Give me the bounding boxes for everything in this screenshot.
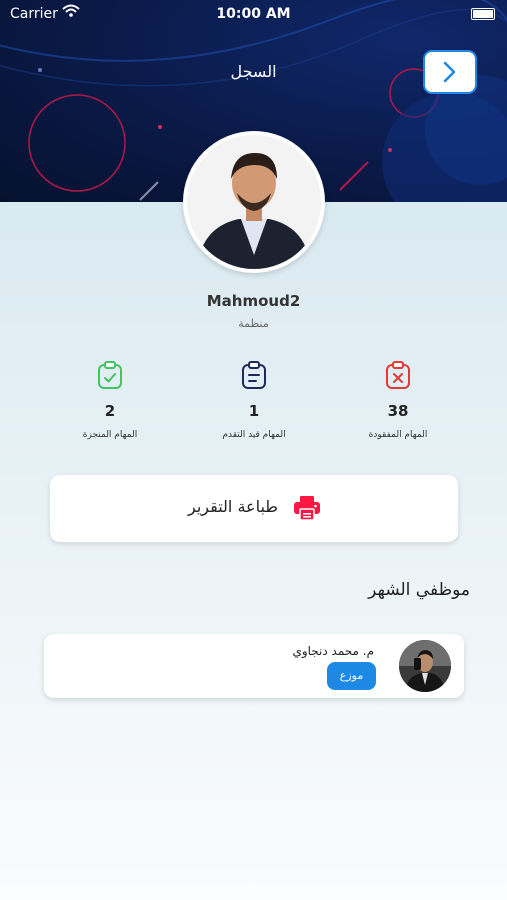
- stat-missed-tasks[interactable]: 38 المهام المفقودة: [343, 360, 453, 440]
- chevron-right-icon: [443, 61, 456, 83]
- profile-avatar: [187, 135, 321, 269]
- employees-of-month-title: موظفي الشهر: [368, 580, 470, 600]
- battery-icon: [471, 8, 495, 20]
- stat-completed-tasks[interactable]: 2 المهام المنجزة: [55, 360, 165, 440]
- back-button[interactable]: [423, 50, 477, 94]
- employee-photo: [399, 640, 451, 692]
- stat-in-progress-tasks[interactable]: 1 المهام قيد التقدم: [199, 360, 309, 440]
- clipboard-check-icon: [98, 361, 122, 389]
- profile-avatar-frame: [183, 131, 325, 273]
- stat-in-progress-value: 1: [248, 402, 260, 420]
- employee-avatar: [399, 640, 451, 692]
- clipboard-x-icon: [386, 361, 410, 389]
- print-report-label: طباعة التقرير: [188, 497, 278, 516]
- printer-icon: [294, 496, 320, 521]
- employee-card[interactable]: م. محمد دنجاوي موزع: [44, 634, 464, 698]
- stat-in-progress-label: المهام قيد التقدم: [222, 430, 286, 440]
- stat-missed-value: 38: [387, 402, 409, 420]
- employee-name: م. محمد دنجاوي: [292, 644, 374, 658]
- clipboard-list-icon: [242, 361, 266, 389]
- stat-completed-label: المهام المنجزة: [82, 430, 138, 440]
- stat-completed-value: 2: [104, 402, 116, 420]
- profile-name: Mahmoud2: [206, 292, 301, 310]
- status-bar: Carrier 10:00 AM: [0, 0, 507, 28]
- print-report-button[interactable]: طباعة التقرير: [50, 475, 458, 542]
- profile-photo: [187, 135, 321, 269]
- employee-role-badge[interactable]: موزع: [327, 662, 376, 690]
- stat-missed-label: المهام المفقودة: [368, 430, 428, 440]
- clock: 10:00 AM: [216, 6, 291, 22]
- profile-type: منظمة: [238, 317, 269, 330]
